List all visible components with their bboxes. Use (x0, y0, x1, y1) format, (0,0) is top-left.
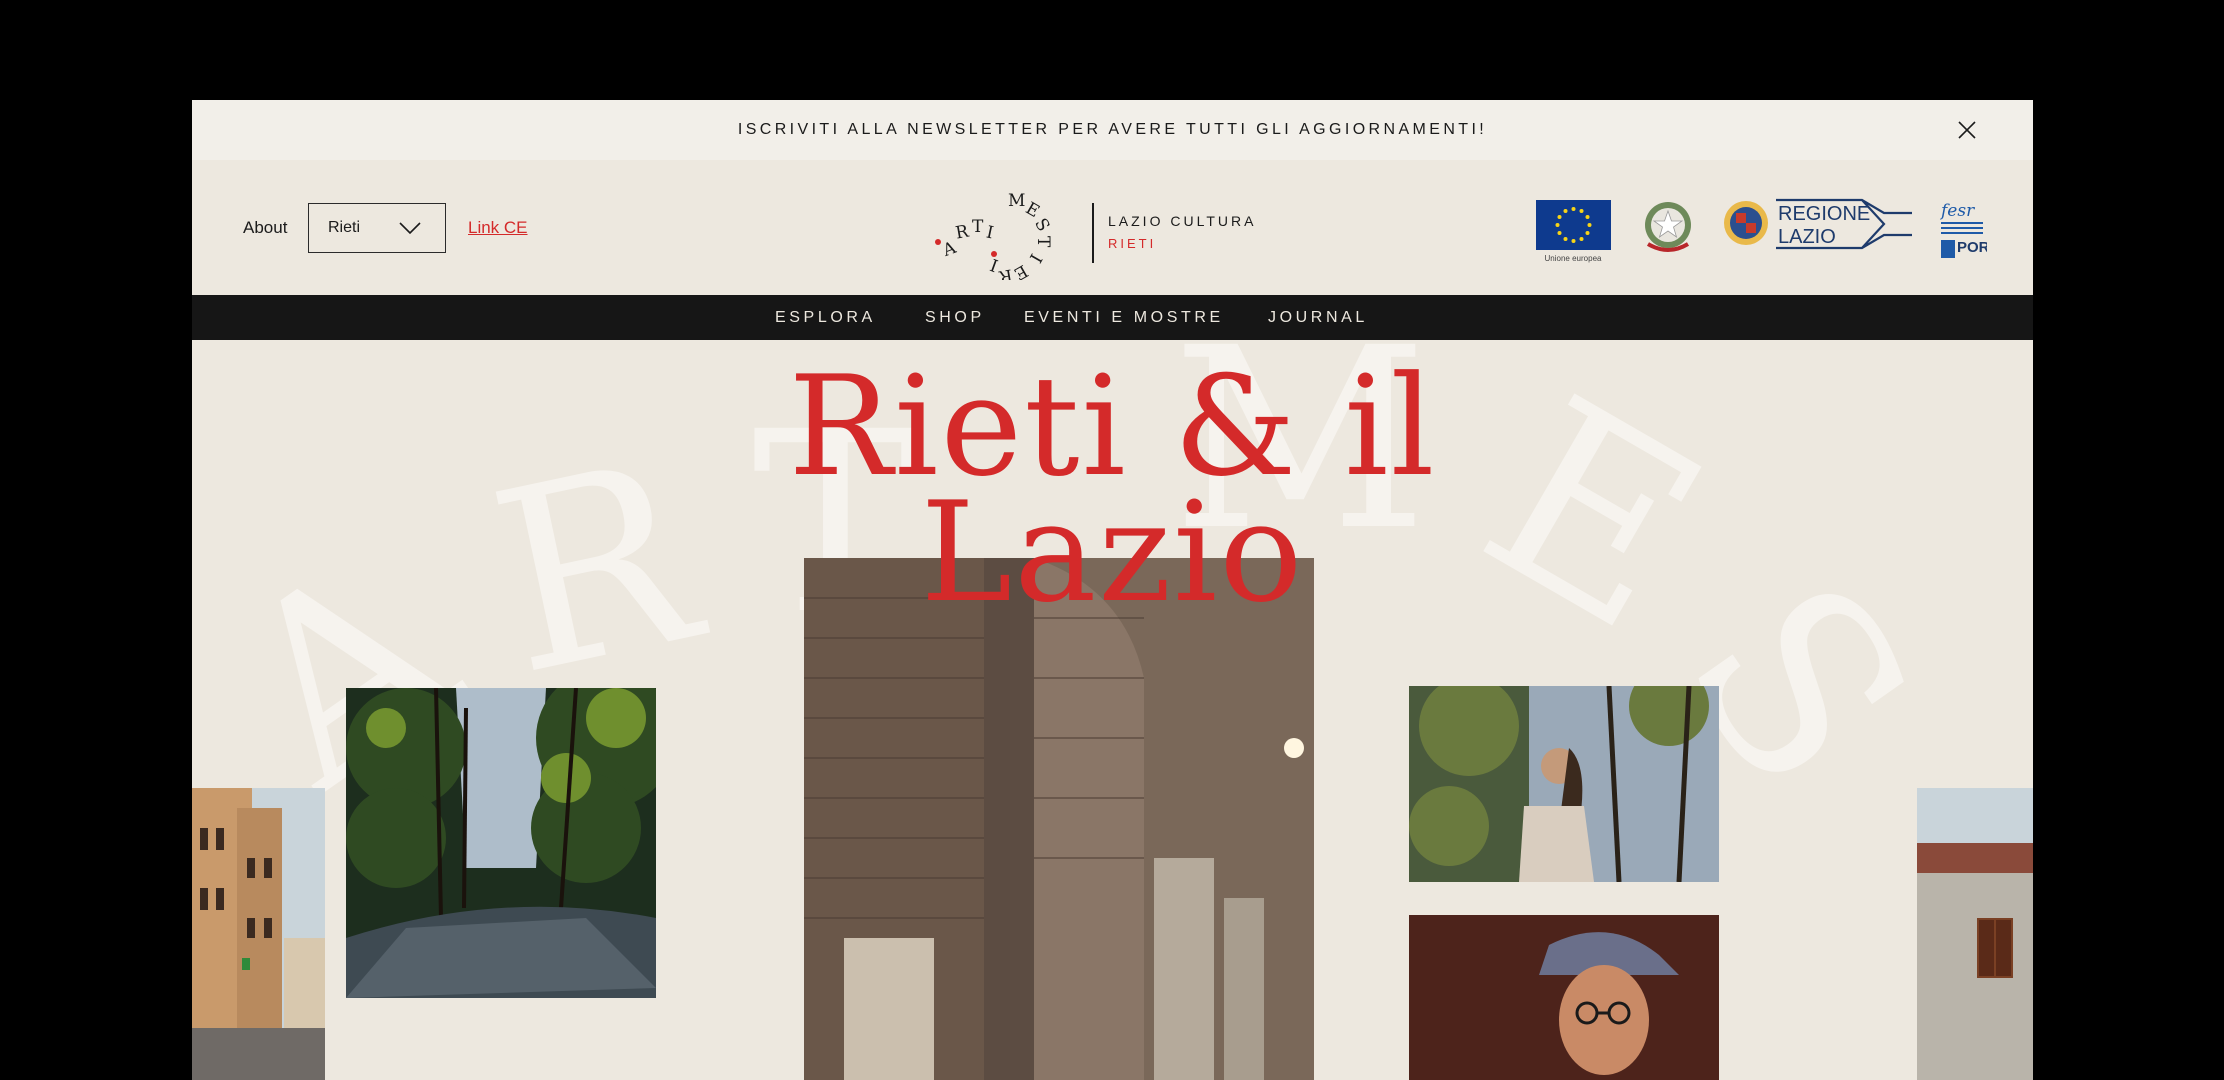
newsletter-bar: ISCRIVITI ALLA NEWSLETTER PER AVERE TUTT… (192, 100, 2033, 160)
svg-text:R: R (954, 221, 971, 243)
photo-craftsman-cap (1409, 915, 1719, 1080)
hero-title-line2: Lazio (920, 472, 1305, 633)
city-select[interactable]: Rieti (308, 203, 446, 253)
svg-text:T: T (1033, 236, 1053, 248)
arti-mestieri-logo[interactable]: A R T I M E S T I E R I (930, 190, 1060, 280)
close-icon[interactable] (1955, 118, 1979, 142)
fesr-label: fesr (1939, 201, 1975, 221)
photo-street (192, 788, 325, 1080)
svg-text:R: R (997, 264, 1014, 280)
fesr-por-logo: fesr POR (1939, 201, 1987, 258)
region-line1: REGIONE (1778, 203, 1870, 225)
fesr-por: POR (1957, 239, 1987, 256)
nav-item-shop[interactable]: SHOP (925, 295, 985, 340)
svg-text:I: I (1025, 250, 1046, 266)
photo-stone-house (1917, 788, 2033, 1080)
newsletter-message[interactable]: ISCRIVITI ALLA NEWSLETTER PER AVERE TUTT… (192, 100, 2033, 160)
page: ISCRIVITI ALLA NEWSLETTER PER AVERE TUTT… (192, 100, 2033, 1080)
svg-text:T: T (972, 217, 984, 237)
city-select-value: Rieti (328, 219, 361, 236)
italian-emblem-icon (1645, 202, 1691, 252)
main-nav: ESPLORA SHOP EVENTI E MOSTRE JOURNAL (192, 295, 2033, 340)
logo-divider (1092, 203, 1094, 263)
logo-title: LAZIO CULTURA (1108, 213, 1257, 229)
nav-item-eventi-e-mostre[interactable]: EVENTI E MOSTRE (1024, 295, 1224, 340)
svg-text:I: I (984, 222, 995, 243)
photo-woman-trees (1409, 686, 1719, 882)
eu-flag-icon (1536, 200, 1611, 250)
logo-subtitle: RIETI (1108, 236, 1157, 251)
region-line2: LAZIO (1778, 226, 1836, 248)
site-header: About Rieti Link CE A R T I M E S T I E … (192, 160, 2033, 295)
nav-item-journal[interactable]: JOURNAL (1268, 295, 1368, 340)
link-ce[interactable]: Link CE (468, 218, 528, 238)
eu-caption: Unione europea (1544, 254, 1602, 263)
about-link[interactable]: About (243, 218, 287, 238)
photo-brick-arches (804, 558, 1314, 1080)
regione-lazio-logo: REGIONE LAZIO (1724, 198, 1912, 250)
nav-item-esplora[interactable]: ESPLORA (775, 295, 876, 340)
photo-forest-road (346, 688, 656, 998)
chevron-down-icon (399, 222, 421, 235)
svg-text:M: M (1008, 191, 1025, 211)
